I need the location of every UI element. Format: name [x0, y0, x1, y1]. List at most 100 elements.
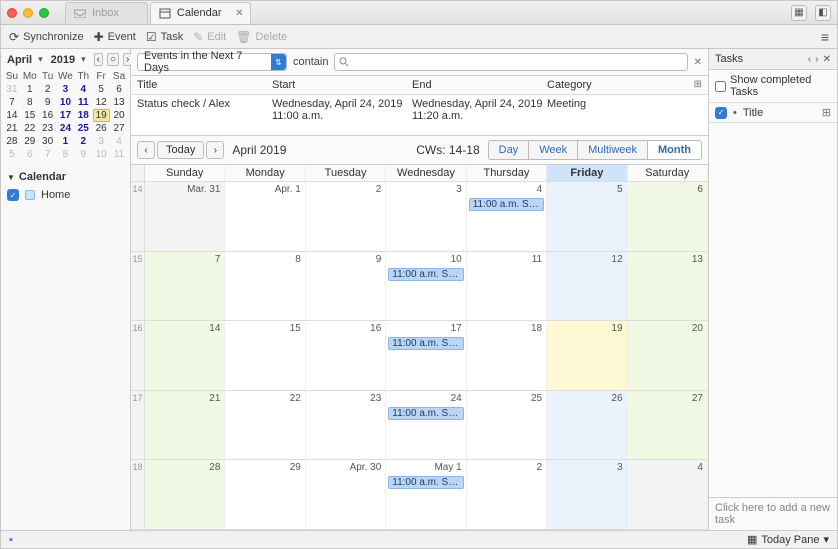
- tasks-close-icon[interactable]: ✕: [823, 54, 831, 65]
- show-completed-row[interactable]: Show completed Tasks: [709, 70, 837, 103]
- view-day[interactable]: Day: [488, 140, 530, 160]
- prev-button[interactable]: ‹: [137, 141, 155, 159]
- tasks-title-column[interactable]: Title: [743, 107, 763, 119]
- mini-cal-day[interactable]: 20: [110, 109, 128, 122]
- mini-cal-day[interactable]: 11: [74, 96, 92, 109]
- tab-close-icon[interactable]: ✕: [235, 8, 243, 19]
- day-cell[interactable]: 19: [547, 321, 627, 390]
- delete-button[interactable]: 🗑 Delete: [236, 30, 287, 44]
- day-cell[interactable]: 5: [547, 182, 627, 251]
- day-cell[interactable]: 20: [628, 321, 708, 390]
- mini-cal-day[interactable]: 4: [74, 83, 92, 96]
- day-cell[interactable]: 26: [547, 391, 627, 460]
- mini-cal-day[interactable]: 10: [57, 96, 75, 109]
- mini-cal-day[interactable]: 24: [57, 122, 75, 135]
- mini-cal-day[interactable]: 9: [39, 96, 57, 109]
- day-cell[interactable]: 9: [306, 252, 386, 321]
- scope-dropdown[interactable]: Events in the Next 7 Days ⇅: [137, 53, 287, 71]
- zoom-window-button[interactable]: [39, 8, 49, 18]
- day-cell[interactable]: 21: [145, 391, 225, 460]
- synchronize-button[interactable]: ⟳ Synchronize: [9, 30, 84, 44]
- day-cell[interactable]: 16: [306, 321, 386, 390]
- mini-cal-day[interactable]: 3: [92, 135, 110, 148]
- mini-cal-day[interactable]: 2: [39, 83, 57, 96]
- calendar-event[interactable]: 11:00 a.m. Status …: [388, 476, 463, 489]
- mini-cal-day[interactable]: 11: [110, 148, 128, 161]
- panel-icon[interactable]: ◧: [815, 5, 831, 21]
- minimize-window-button[interactable]: [23, 8, 33, 18]
- mini-cal-day[interactable]: 25: [74, 122, 92, 135]
- day-cell[interactable]: 8: [225, 252, 305, 321]
- col-category[interactable]: Category: [547, 79, 694, 91]
- calendar-event[interactable]: 11:00 a.m. Status …: [388, 268, 463, 281]
- day-cell[interactable]: 28: [145, 460, 225, 529]
- mini-cal-day[interactable]: 4: [110, 135, 128, 148]
- today-pane-toggle[interactable]: ▦ Today Pane ▾: [747, 533, 829, 546]
- mini-cal-day[interactable]: 9: [74, 148, 92, 161]
- day-cell[interactable]: 7: [145, 252, 225, 321]
- mini-cal-day[interactable]: 28: [3, 135, 21, 148]
- chevron-down-icon[interactable]: ▾: [81, 54, 86, 65]
- mini-cal-day[interactable]: 1: [57, 135, 75, 148]
- chevron-down-icon[interactable]: ▾: [38, 54, 43, 65]
- calendar-event[interactable]: 11:00 a.m. Status …: [388, 407, 463, 420]
- day-cell[interactable]: 6: [628, 182, 708, 251]
- mini-cal-day[interactable]: 16: [39, 109, 57, 122]
- day-cell[interactable]: 411:00 a.m. Status …: [467, 182, 547, 251]
- mini-cal-day[interactable]: 29: [21, 135, 39, 148]
- mini-cal-day[interactable]: 13: [110, 96, 128, 109]
- mini-cal-day[interactable]: 6: [110, 83, 128, 96]
- calendar-event[interactable]: 11:00 a.m. Status …: [469, 198, 544, 211]
- search-input[interactable]: [353, 56, 682, 68]
- day-cell[interactable]: 1011:00 a.m. Status …: [386, 252, 466, 321]
- calendar-checkbox[interactable]: ✓: [7, 189, 19, 201]
- mini-cal-day[interactable]: 30: [39, 135, 57, 148]
- mini-cal-day[interactable]: 17: [57, 109, 75, 122]
- new-event-button[interactable]: ✚ Event: [94, 30, 136, 44]
- view-month[interactable]: Month: [648, 140, 702, 160]
- mini-calendar[interactable]: SuMoTuWeThFrSa31123456789101112131415161…: [1, 70, 130, 161]
- col-end[interactable]: End: [412, 79, 547, 91]
- new-task-field[interactable]: Click here to add a new task: [709, 497, 837, 530]
- mini-cal-day[interactable]: 10: [92, 148, 110, 161]
- mini-month-label[interactable]: April: [7, 54, 32, 66]
- day-cell[interactable]: Apr. 30: [306, 460, 386, 529]
- mini-prev-button[interactable]: ‹: [94, 53, 103, 66]
- day-cell[interactable]: 2: [467, 460, 547, 529]
- mini-today-button[interactable]: ○: [107, 53, 119, 66]
- new-task-button[interactable]: ☑ Task: [146, 30, 183, 44]
- day-cell[interactable]: 2411:00 a.m. Status …: [386, 391, 466, 460]
- tasks-bullet-column[interactable]: •: [733, 107, 737, 119]
- day-cell[interactable]: 25: [467, 391, 547, 460]
- mini-cal-day[interactable]: 26: [92, 122, 110, 135]
- tab-inbox[interactable]: Inbox: [65, 2, 148, 24]
- mini-cal-day[interactable]: 27: [110, 122, 128, 135]
- tasks-prev-icon[interactable]: ‹: [808, 54, 811, 65]
- clear-filter-icon[interactable]: ✕: [694, 57, 702, 68]
- close-window-button[interactable]: [7, 8, 17, 18]
- mini-cal-day[interactable]: 7: [3, 96, 21, 109]
- mini-cal-day[interactable]: 31: [3, 83, 21, 96]
- mini-cal-day[interactable]: 21: [3, 122, 21, 135]
- mini-cal-day[interactable]: 1: [21, 83, 39, 96]
- show-completed-checkbox[interactable]: [715, 81, 726, 92]
- mini-cal-day[interactable]: 12: [92, 96, 110, 109]
- day-cell[interactable]: 23: [306, 391, 386, 460]
- layout-icon[interactable]: ▦: [791, 5, 807, 21]
- day-cell[interactable]: Mar. 31: [145, 182, 225, 251]
- menu-icon[interactable]: ≡: [821, 29, 829, 45]
- mini-cal-day[interactable]: 5: [3, 148, 21, 161]
- today-button[interactable]: Today: [157, 141, 204, 159]
- operator-label[interactable]: contain: [293, 56, 328, 68]
- day-cell[interactable]: Apr. 1: [225, 182, 305, 251]
- tab-calendar[interactable]: Calendar ✕: [150, 2, 251, 24]
- view-week[interactable]: Week: [529, 140, 578, 160]
- mini-cal-day[interactable]: 7: [39, 148, 57, 161]
- next-button[interactable]: ›: [206, 141, 224, 159]
- search-field[interactable]: [334, 53, 687, 71]
- day-cell[interactable]: May 111:00 a.m. Status …: [386, 460, 466, 529]
- column-picker-icon[interactable]: ⊞: [694, 79, 702, 91]
- day-cell[interactable]: 3: [547, 460, 627, 529]
- mini-cal-day[interactable]: 3: [57, 83, 75, 96]
- calendar-section-header[interactable]: ▼ Calendar: [1, 167, 130, 187]
